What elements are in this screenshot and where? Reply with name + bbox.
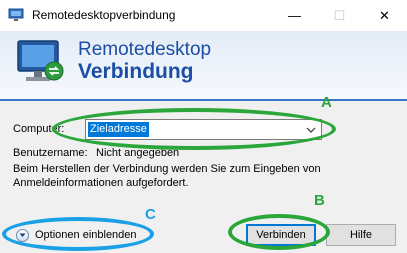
window-title: Remotedesktopverbindung: [32, 8, 176, 22]
banner-title-line2: Verbindung: [78, 60, 194, 83]
computer-combobox[interactable]: Zieladresse: [85, 119, 322, 140]
computer-label: Computer:: [13, 123, 65, 135]
minimize-button[interactable]: —: [272, 0, 317, 31]
annotation-label-b: B: [314, 192, 325, 209]
connect-button[interactable]: Verbinden: [246, 224, 316, 246]
banner-title-line1: Remotedesktop: [78, 39, 212, 60]
chevron-down-icon[interactable]: [304, 122, 318, 137]
annotation-label-a: A: [321, 94, 332, 111]
maximize-button[interactable]: ☐: [317, 0, 362, 31]
banner-divider: [0, 99, 407, 101]
show-options-label[interactable]: Optionen einblenden: [35, 229, 137, 241]
remote-desktop-monitor-icon: [17, 40, 64, 81]
show-options-toggle[interactable]: Optionen einblenden: [16, 227, 137, 243]
help-button[interactable]: Hilfe: [326, 224, 396, 246]
annotation-label-c: C: [145, 206, 156, 223]
username-label: Benutzername:: [13, 147, 88, 159]
info-text-line1: Beim Herstellen der Verbindung werden Si…: [13, 163, 321, 175]
info-text-line2: Anmeldeinformationen aufgefordert.: [13, 177, 189, 189]
close-button[interactable]: ✕: [362, 0, 407, 31]
title-bar: Remotedesktopverbindung — ☐ ✕: [0, 0, 407, 31]
username-value: Nicht angegeben: [96, 147, 180, 159]
expand-chevron-icon[interactable]: [16, 228, 29, 242]
remote-desktop-icon: [8, 8, 24, 21]
computer-input-value[interactable]: Zieladresse: [88, 122, 149, 137]
